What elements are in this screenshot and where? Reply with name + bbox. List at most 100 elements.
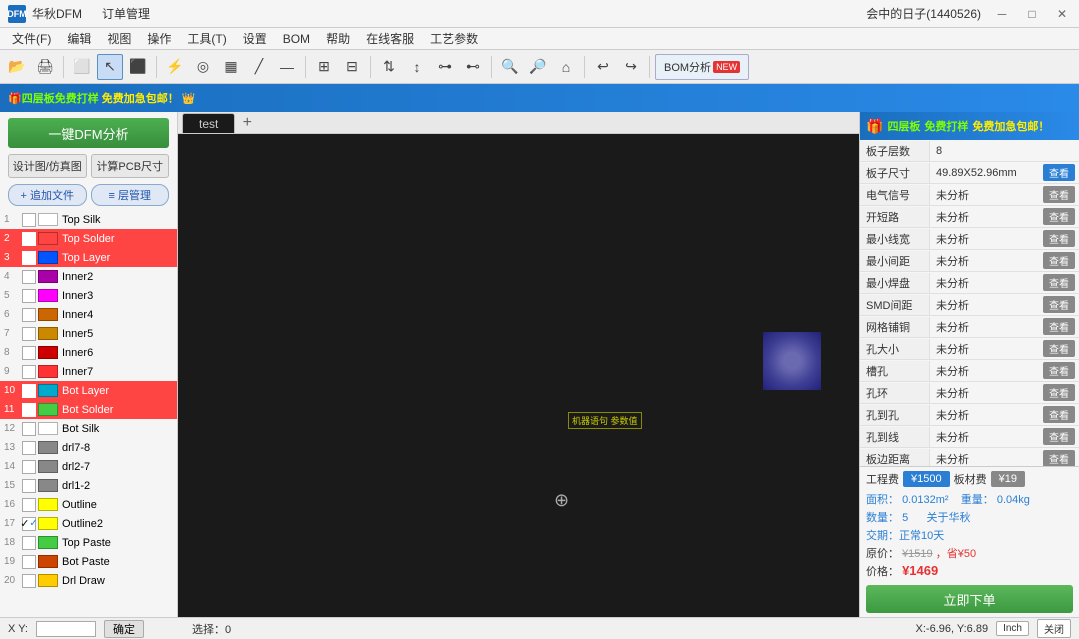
view-button[interactable]: 查看 [1043, 208, 1075, 225]
view-button[interactable]: 查看 [1043, 406, 1075, 423]
maximize-button[interactable]: □ [1023, 7, 1041, 21]
layer-checkbox[interactable] [22, 441, 36, 455]
view-button[interactable]: 查看 [1043, 384, 1075, 401]
view-button[interactable]: 查看 [1043, 428, 1075, 445]
add-file-button[interactable]: + 追加文件 [8, 184, 87, 206]
material-btn[interactable]: ¥19 [991, 471, 1025, 487]
layer-row[interactable]: 17 ✓ Outline2 [0, 514, 177, 533]
bom-button[interactable]: BOM分析 NEW [655, 54, 749, 80]
view-button[interactable]: 查看 [1043, 362, 1075, 379]
view-button[interactable]: 查看 [1043, 450, 1075, 466]
layer-checkbox[interactable] [22, 384, 36, 398]
layer-row[interactable]: 3 Top Layer [0, 248, 177, 267]
layer-row[interactable]: 15 drl1-2 [0, 476, 177, 495]
layer-row[interactable]: 7 Inner5 [0, 324, 177, 343]
tool-open[interactable]: 📂 [4, 54, 30, 80]
canvas-area[interactable]: 机器语句 参数值 ⊕ [178, 134, 859, 617]
tool-minus[interactable]: — [274, 54, 300, 80]
tool-move[interactable]: ⊷ [460, 54, 486, 80]
layer-row[interactable]: 14 drl2-7 [0, 457, 177, 476]
view-button[interactable]: 查看 [1043, 340, 1075, 357]
view-button[interactable]: 查看 [1043, 274, 1075, 291]
layer-row[interactable]: 12 Bot Silk [0, 419, 177, 438]
menu-item-t[interactable]: 工具(T) [179, 28, 234, 50]
calc-pcb-button[interactable]: 计算PCB尺寸 [91, 154, 170, 178]
layer-checkbox[interactable] [22, 498, 36, 512]
layer-row[interactable]: 18 Top Paste [0, 533, 177, 552]
tool-grid[interactable]: ⊞ [311, 54, 337, 80]
view-button[interactable]: 查看 [1043, 252, 1075, 269]
layer-checkbox[interactable] [22, 555, 36, 569]
huaqiu-link[interactable]: 关于华秋 [927, 512, 971, 524]
tool-home[interactable]: ⌂ [553, 54, 579, 80]
tool-undo[interactable]: ↩ [590, 54, 616, 80]
menu-item-[interactable]: 设置 [235, 28, 275, 50]
menu-item-[interactable]: 操作 [139, 28, 179, 50]
tool-mirror[interactable]: ⇅ [376, 54, 402, 80]
tool-rect[interactable]: ⬜ [69, 54, 95, 80]
close-status[interactable]: 关闭 [1037, 619, 1071, 638]
layer-row[interactable]: 2 Top Solder [0, 229, 177, 248]
layer-manager-button[interactable]: ≡ 层管理 [91, 184, 170, 206]
fee-btn[interactable]: ¥1500 [903, 471, 950, 487]
view-button[interactable]: 查看 [1043, 296, 1075, 313]
view-button[interactable]: 查看 [1043, 164, 1075, 181]
menu-item-[interactable]: 帮助 [318, 28, 358, 50]
tab-test[interactable]: test [182, 113, 235, 133]
layer-checkbox[interactable] [22, 289, 36, 303]
layer-checkbox[interactable] [22, 327, 36, 341]
tool-print[interactable]: 🖨 [32, 54, 58, 80]
close-button[interactable]: ✕ [1053, 7, 1071, 21]
menu-item-bom[interactable]: BOM [275, 28, 318, 50]
layer-row[interactable]: 8 Inner6 [0, 343, 177, 362]
layer-row[interactable]: 19 Bot Paste [0, 552, 177, 571]
menu-item-[interactable]: 工艺参数 [422, 28, 486, 50]
tool-zoom-win[interactable]: ⬛ [125, 54, 151, 80]
unit-display[interactable]: Inch [996, 621, 1029, 636]
layer-row[interactable]: 1 Top Silk [0, 210, 177, 229]
layer-checkbox[interactable] [22, 479, 36, 493]
layer-checkbox[interactable] [22, 232, 36, 246]
layer-row[interactable]: 9 Inner7 [0, 362, 177, 381]
layer-checkbox[interactable] [22, 422, 36, 436]
layer-checkbox[interactable]: ✓ [22, 517, 36, 531]
menu-item-[interactable]: 视图 [99, 28, 139, 50]
title-tab[interactable]: 订单管理 [102, 5, 150, 22]
view-button[interactable]: 查看 [1043, 318, 1075, 335]
layer-checkbox[interactable] [22, 213, 36, 227]
xy-input[interactable] [36, 621, 96, 637]
menu-item-[interactable]: 在线客服 [358, 28, 422, 50]
layer-row[interactable]: 11 Bot Solder [0, 400, 177, 419]
tool-align[interactable]: ⊶ [432, 54, 458, 80]
minimize-button[interactable]: ─ [993, 7, 1011, 21]
menu-item-[interactable]: 编辑 [59, 28, 99, 50]
layer-checkbox[interactable] [22, 270, 36, 284]
menu-item-f[interactable]: 文件(F) [4, 28, 59, 50]
view-button[interactable]: 查看 [1043, 186, 1075, 203]
layer-checkbox[interactable] [22, 536, 36, 550]
confirm-button[interactable]: 确定 [104, 620, 144, 638]
layer-checkbox[interactable] [22, 574, 36, 588]
layer-checkbox[interactable] [22, 403, 36, 417]
layer-checkbox[interactable] [22, 346, 36, 360]
layer-checkbox[interactable] [22, 308, 36, 322]
view-button[interactable]: 查看 [1043, 230, 1075, 247]
layer-row[interactable]: 4 Inner2 [0, 267, 177, 286]
order-button[interactable]: 立即下单 [866, 585, 1073, 613]
design-sim-button[interactable]: 设计图/仿真图 [8, 154, 87, 178]
layer-checkbox[interactable] [22, 460, 36, 474]
dfm-analyze-button[interactable]: 一键DFM分析 [8, 118, 169, 148]
tool-line[interactable]: ╱ [246, 54, 272, 80]
layer-row[interactable]: 10 Bot Layer [0, 381, 177, 400]
tool-routing[interactable]: ⚡ [162, 54, 188, 80]
tool-snap[interactable]: ⊟ [339, 54, 365, 80]
layer-row[interactable]: 13 drl7-8 [0, 438, 177, 457]
layer-row[interactable]: 16 Outline [0, 495, 177, 514]
layer-row[interactable]: 6 Inner4 [0, 305, 177, 324]
tool-cursor[interactable]: ↖ [97, 54, 123, 80]
tool-rotate[interactable]: ↕ [404, 54, 430, 80]
layer-row[interactable]: 20 Drl Draw [0, 571, 177, 590]
layer-checkbox[interactable] [22, 251, 36, 265]
layer-row[interactable]: 5 Inner3 [0, 286, 177, 305]
tab-add-button[interactable]: + [237, 113, 257, 133]
